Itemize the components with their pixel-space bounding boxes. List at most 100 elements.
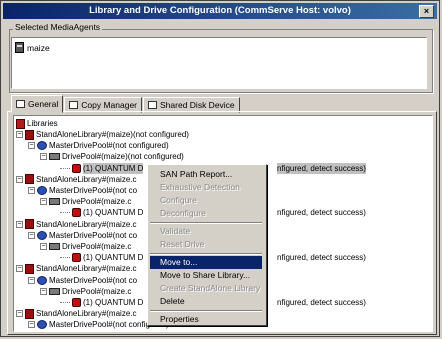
tree-row-drive-pool[interactable]: − DrivePool#(maize.c xyxy=(40,241,131,252)
menu-item-exhaustive-detection[interactable]: Exhaustive Detection xyxy=(150,181,262,194)
tree-row-label: (1) QUANTUM D xyxy=(83,162,144,174)
general-icon xyxy=(16,100,25,108)
tree-row-library[interactable]: − StandAloneLibrary#(maize.c xyxy=(16,263,137,274)
collapse-toggle[interactable]: − xyxy=(28,276,35,284)
context-menu: SAN Path Report... Exhaustive Detection Co… xyxy=(147,164,267,326)
tree-connector xyxy=(60,167,70,169)
tree-row-library[interactable]: − StandAloneLibrary#(maize.c xyxy=(16,219,137,230)
tree-row-label: DrivePool#(maize.c xyxy=(62,242,132,251)
server-icon xyxy=(15,42,24,53)
menu-item-san-path-report[interactable]: SAN Path Report... xyxy=(150,168,262,181)
master-pool-icon xyxy=(37,186,47,195)
tree-root[interactable]: Libraries xyxy=(16,118,58,129)
tape-drive-icon xyxy=(72,208,81,218)
copy-manager-icon xyxy=(69,101,79,109)
drive-pool-icon xyxy=(49,287,60,295)
menu-item-move-to[interactable]: Move to... xyxy=(150,256,262,269)
tree-row-library[interactable]: − StandAloneLibrary#(maize.c xyxy=(16,308,137,319)
library-icon xyxy=(25,174,34,185)
tree-row-drive[interactable]: (1) QUANTUM D xyxy=(60,252,143,263)
tree-row-master-pool[interactable]: − MasterDrivePool#(not co xyxy=(28,230,137,241)
collapse-toggle[interactable]: − xyxy=(40,198,47,206)
tree-row-master-pool[interactable]: − MasterDrivePool#(not co xyxy=(28,275,137,286)
library-icon xyxy=(25,308,34,319)
library-icon xyxy=(25,129,34,140)
tab-label: Copy Manager xyxy=(81,100,138,110)
tree-row-drive[interactable]: (1) QUANTUM D xyxy=(60,162,144,174)
tape-drive-icon xyxy=(72,298,81,307)
tree-row-label: DrivePool#(maize.c xyxy=(62,286,132,296)
tree-row-label: StandAloneLibrary#(maize.c xyxy=(36,309,137,319)
close-button[interactable]: × xyxy=(419,5,434,18)
tree-row-label: MasterDrivePool#(not co xyxy=(49,230,138,240)
tree-row-status: nfigured, detect success) xyxy=(277,208,366,218)
master-pool-icon xyxy=(37,320,47,330)
tree-row-status: nfigured, detect success) xyxy=(277,162,366,174)
media-agent-name: maize xyxy=(27,42,50,53)
tree-row-label: MasterDrivePool#(not co xyxy=(49,186,138,195)
menu-item-configure[interactable]: Configure xyxy=(150,194,262,207)
tree-row-label: StandAloneLibrary#(maize)(not configured… xyxy=(36,130,189,139)
tree-row-drive-pool[interactable]: − DrivePool#(maize.c xyxy=(40,196,131,207)
library-drive-config-window: Library and Drive Configuration (CommSer… xyxy=(0,0,440,337)
menu-item-move-to-share-library[interactable]: Move to Share Library... xyxy=(150,269,262,282)
collapse-toggle[interactable]: − xyxy=(40,243,47,250)
menu-item-reset-drive[interactable]: Reset Drive xyxy=(150,238,262,251)
drive-pool-icon xyxy=(49,198,60,206)
tree-row-library[interactable]: − StandAloneLibrary#(maize)(not configure… xyxy=(16,129,189,140)
drive-pool-icon xyxy=(49,153,60,161)
tree-row-label: (1) QUANTUM D xyxy=(83,298,144,307)
tree-row-status: nfigured, detect success) xyxy=(277,253,366,263)
tree-row-master-pool[interactable]: − MasterDrivePool#(not co xyxy=(28,185,137,196)
menu-item-deconfigure[interactable]: Deconfigure xyxy=(150,207,262,220)
master-pool-icon xyxy=(37,230,47,240)
tree-row-drive-pool[interactable]: − DrivePool#(maize)(not configured) xyxy=(40,151,184,162)
menu-separator xyxy=(150,222,262,224)
tree-row-label: StandAloneLibrary#(maize.c xyxy=(36,174,137,184)
tab-general[interactable]: General xyxy=(11,95,64,113)
title-bar: Library and Drive Configuration (CommSer… xyxy=(3,3,437,19)
tree-row-label: MasterDrivePool#(not configured) xyxy=(49,141,169,151)
collapse-toggle[interactable]: − xyxy=(28,321,35,329)
tree-row-label: (1) QUANTUM D xyxy=(83,253,144,263)
tree-row-master-pool[interactable]: − MasterDrivePool#(not configured) xyxy=(28,140,169,151)
media-agent-item[interactable]: maize xyxy=(15,42,50,53)
master-pool-icon xyxy=(37,141,47,151)
menu-separator xyxy=(150,310,262,312)
menu-item-properties[interactable]: Properties xyxy=(150,313,262,326)
collapse-toggle[interactable]: − xyxy=(16,131,23,138)
library-icon xyxy=(25,219,34,230)
tree-connector xyxy=(60,302,70,303)
tape-drive-icon xyxy=(72,253,81,263)
master-pool-icon xyxy=(37,275,47,285)
collapse-toggle[interactable]: − xyxy=(28,231,35,239)
tree-row-drive[interactable]: (1) QUANTUM D xyxy=(60,297,143,308)
collapse-toggle[interactable]: − xyxy=(16,175,23,183)
disk-device-icon xyxy=(148,101,158,109)
tree-row-label: (1) QUANTUM D xyxy=(83,208,144,218)
menu-item-validate[interactable]: Validate xyxy=(150,225,262,238)
tree-row-label: StandAloneLibrary#(maize.c xyxy=(36,219,137,229)
media-agents-label: Selected MediaAgents xyxy=(13,22,103,32)
tree-row-drive[interactable]: (1) QUANTUM D xyxy=(60,207,143,218)
tree-row-library[interactable]: − StandAloneLibrary#(maize.c xyxy=(16,174,137,185)
collapse-toggle[interactable]: − xyxy=(40,287,47,295)
tree-row-drive-pool[interactable]: − DrivePool#(maize.c xyxy=(40,286,131,297)
tree-connector xyxy=(60,257,70,259)
collapse-toggle[interactable]: − xyxy=(40,153,47,161)
collapse-toggle[interactable]: − xyxy=(16,310,23,318)
menu-separator xyxy=(150,253,262,255)
tree-connector xyxy=(60,212,70,214)
collapse-toggle[interactable]: − xyxy=(28,187,35,194)
window-title: Library and Drive Configuration (CommSer… xyxy=(89,5,351,16)
menu-item-delete[interactable]: Delete xyxy=(150,295,262,308)
tree-row-status: nfigured, detect success) xyxy=(277,298,366,307)
tree-row-label: DrivePool#(maize)(not configured) xyxy=(62,152,184,162)
collapse-toggle[interactable]: − xyxy=(16,220,23,228)
menu-item-create-standalone-library[interactable]: Create StandAlone Library xyxy=(150,282,262,295)
media-agents-list[interactable]: maize xyxy=(11,37,427,89)
collapse-toggle[interactable]: − xyxy=(28,142,35,150)
collapse-toggle[interactable]: − xyxy=(16,265,23,273)
tab-label: Shared Disk Device xyxy=(160,100,235,110)
tree-row-label: MasterDrivePool#(not co xyxy=(49,275,138,285)
